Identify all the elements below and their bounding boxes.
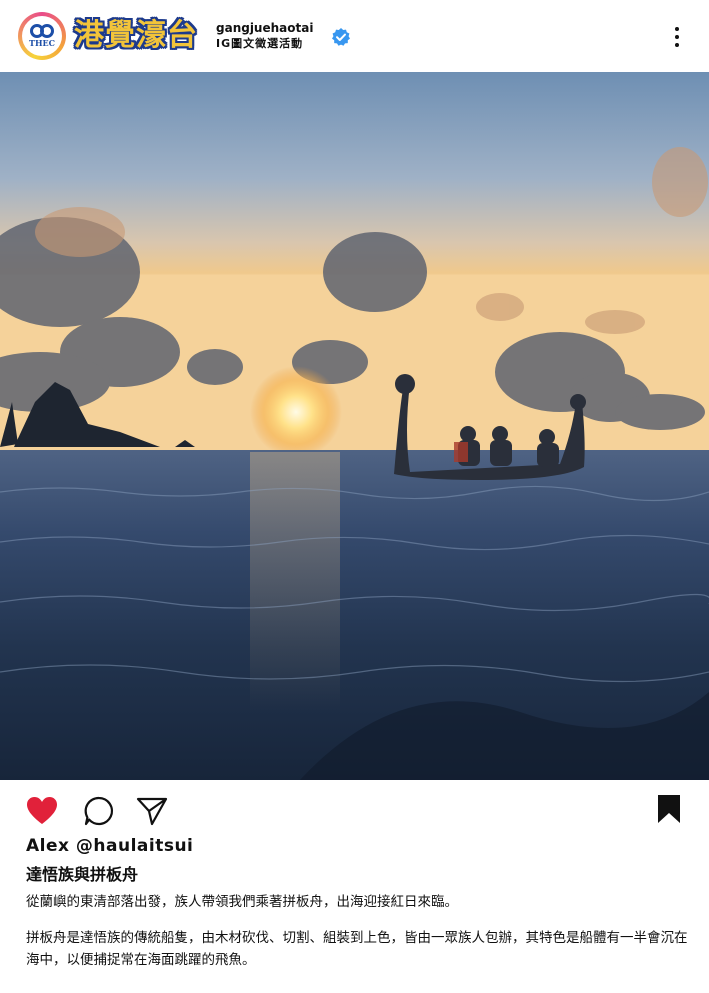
bookmark-icon[interactable] [657, 794, 681, 824]
avatar-inner: THEC [22, 16, 62, 56]
sunset-ocean-canoe-photo [0, 72, 709, 780]
heart-icon[interactable] [26, 796, 58, 826]
logo-rings-icon [29, 24, 55, 38]
account-info: gangjuehaotai IG圖文徵選活動 [216, 21, 313, 51]
comment-icon[interactable] [84, 796, 114, 826]
send-icon[interactable] [136, 796, 168, 826]
post-actions [0, 790, 709, 830]
profile-avatar[interactable]: THEC [18, 12, 66, 60]
logo-text: THEC [29, 38, 55, 48]
post-author[interactable]: Alex @haulaitsui [26, 834, 690, 858]
account-subtitle: IG圖文徵選活動 [216, 37, 304, 50]
post-photo[interactable] [0, 72, 709, 780]
post-title: 達悟族與拼板舟 [26, 865, 139, 884]
more-options-icon[interactable] [664, 22, 690, 52]
brand-title[interactable]: 港覺濠台 [74, 17, 198, 55]
post-paragraph-1: 從蘭嶼的東清部落出發，族人帶領我們乘著拼板舟，出海迎接紅日來臨。 [26, 894, 458, 910]
post-paragraph-2: 拼板舟是達悟族的傳統船隻，由木材砍伐、切割、組裝到上色，皆由一眾族人包辦，其特色… [26, 930, 688, 968]
username[interactable]: gangjuehaotai [216, 21, 313, 36]
post-header: THEC 港覺濠台 gangjuehaotai IG圖文徵選活動 [0, 0, 709, 72]
verified-badge-icon [331, 27, 351, 47]
